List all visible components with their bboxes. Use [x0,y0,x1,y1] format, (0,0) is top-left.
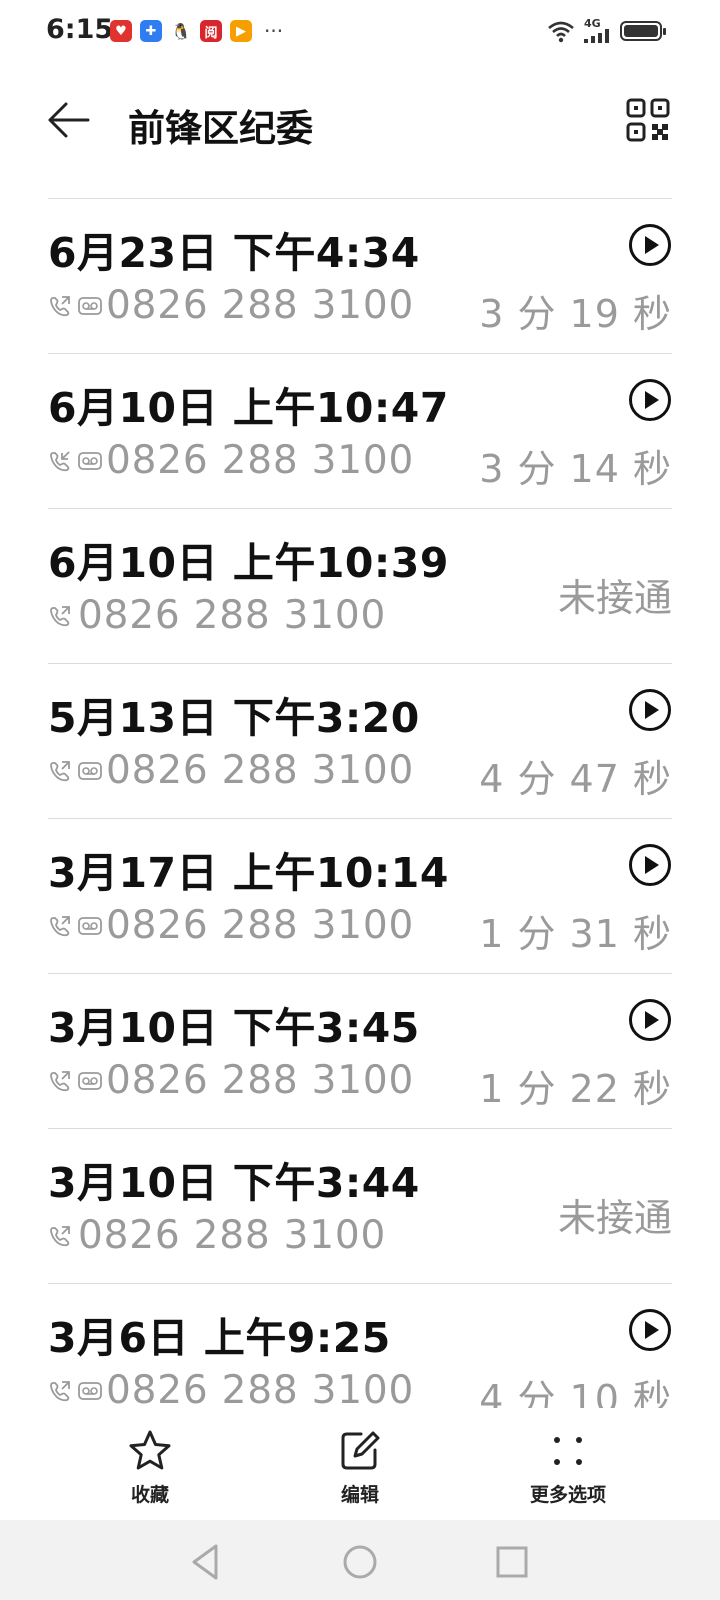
recording-icon [78,451,102,470]
app-red-icon: ♥ [110,20,132,42]
app-blue-puzzle-icon: ✚ [140,20,162,42]
outgoing-call-icon [50,605,70,626]
call-datetime: 5月13日 下午3:20 [48,694,420,742]
more-notifications-icon: ··· [264,19,284,43]
back-button[interactable] [40,98,96,142]
recording-icon [78,296,102,315]
call-duration: 4 分 47 秒 [479,757,672,801]
play-recording-icon[interactable] [628,1308,672,1352]
play-recording-icon[interactable] [628,998,672,1042]
phone-number: 0826 288 3100 [106,1058,415,1103]
call-detail-line: 0826 288 3100 [48,283,414,328]
nav-home-button[interactable] [338,1540,382,1584]
favorite-label: 收藏 [130,1484,169,1506]
call-datetime: 6月10日 上午10:47 [48,384,449,432]
phone-number: 0826 288 3100 [106,903,415,948]
status-indicators: 4G [546,18,666,43]
qr-code-button[interactable] [626,98,670,142]
more-options-button[interactable]: 更多选项 [498,1428,638,1507]
call-detail-line: 0826 288 3100 [48,1368,414,1413]
phone-number: 0826 288 3100 [106,438,415,483]
signal-icon [584,29,609,43]
call-log-row[interactable]: 5月13日 下午3:20 0826 288 3100 4 分 47 秒 [48,664,672,819]
status-bar: 6:15 ♥ ✚ 🐧 阅 ▶ ··· 4G [0,0,720,64]
call-detail-line: 0826 288 3100 [48,748,414,793]
call-detail-line: 0826 288 3100 [48,438,414,483]
call-detail-line: 0826 288 3100 [48,1213,386,1258]
bottom-action-bar: 收藏 编辑 更多选项 [0,1408,720,1520]
arrow-left-icon [48,102,90,138]
more-options-label: 更多选项 [529,1484,606,1506]
call-log-row[interactable]: 3月17日 上午10:14 0826 288 3100 1 分 31 秒 [48,819,672,974]
play-recording-icon[interactable] [628,223,672,267]
circle-home-icon [343,1545,377,1579]
call-status: 未接通 [557,576,672,620]
wifi-icon [548,21,574,42]
outgoing-call-icon [50,1070,70,1091]
outgoing-call-icon [50,1225,70,1246]
network-type: 4G [584,17,601,30]
system-navigation-bar [0,1520,720,1600]
recording-icon [78,761,102,780]
outgoing-call-icon [50,915,70,936]
nav-back-button[interactable] [184,1540,228,1584]
app-red-book-icon: 阅 [200,20,222,42]
play-recording-icon[interactable] [628,843,672,887]
status-time: 6:15 [46,14,114,45]
call-datetime: 6月10日 上午10:39 [48,539,449,587]
call-detail-line: 0826 288 3100 [48,1058,414,1103]
qr-code-icon [626,98,670,142]
triangle-back-icon [192,1544,218,1580]
app-orange-play-icon: ▶ [230,20,252,42]
call-log-row[interactable]: 6月23日 下午4:34 0826 288 3100 3 分 19 秒 [48,199,672,354]
favorite-button[interactable]: 收藏 [80,1428,220,1507]
play-recording-icon[interactable] [628,688,672,732]
call-duration: 3 分 19 秒 [479,292,672,336]
call-datetime: 3月10日 下午3:45 [48,1004,420,1052]
call-detail-line: 0826 288 3100 [48,593,386,638]
call-status: 未接通 [557,1196,672,1240]
app-header: 前锋区纪委 [0,80,720,160]
call-datetime: 3月10日 下午3:44 [48,1159,420,1207]
play-recording-icon[interactable] [628,378,672,422]
nav-recents-button[interactable] [490,1540,534,1584]
call-duration: 3 分 14 秒 [479,447,672,491]
call-datetime: 6月23日 下午4:34 [48,229,420,277]
edit-label: 编辑 [340,1484,379,1506]
recording-icon [78,1071,102,1090]
outgoing-call-icon [50,760,70,781]
call-datetime: 3月17日 上午10:14 [48,849,449,897]
call-history-list: 6月23日 下午4:34 0826 288 3100 3 分 19 秒 6月10日 上… [48,198,672,1439]
recording-icon [78,1381,102,1400]
notification-icons: ♥ ✚ 🐧 阅 ▶ ··· [110,20,283,42]
square-recents-icon [496,1546,528,1578]
phone-number: 0826 288 3100 [78,593,387,638]
outgoing-call-icon [50,295,70,316]
cellular-indicator: 4G [584,18,612,43]
call-datetime: 3月6日 上午9:25 [48,1314,391,1362]
outgoing-call-icon [50,1380,70,1401]
call-log-row[interactable]: 3月10日 下午3:45 0826 288 3100 1 分 22 秒 [48,974,672,1129]
call-detail-line: 0826 288 3100 [48,903,414,948]
more-dots-icon [554,1437,582,1465]
phone-number: 0826 288 3100 [106,748,415,793]
phone-number: 0826 288 3100 [106,1368,415,1413]
edit-icon [341,1431,380,1470]
call-log-row[interactable]: 6月10日 上午10:47 0826 288 3100 3 分 14 秒 [48,354,672,509]
phone-number: 0826 288 3100 [106,283,415,328]
call-duration: 1 分 22 秒 [479,1067,672,1111]
call-log-row[interactable]: 6月10日 上午10:39 0826 288 3100 未接通 [48,509,672,664]
qq-penguin-icon: 🐧 [170,20,192,42]
star-icon [129,1430,171,1470]
battery-icon [620,20,666,41]
call-duration: 1 分 31 秒 [479,912,672,956]
recording-icon [78,916,102,935]
call-log-row[interactable]: 3月10日 下午3:44 0826 288 3100 未接通 [48,1129,672,1284]
page-title: 前锋区纪委 [128,107,313,150]
edit-button[interactable]: 编辑 [290,1428,430,1507]
incoming-call-icon [50,450,70,471]
phone-number: 0826 288 3100 [78,1213,387,1258]
